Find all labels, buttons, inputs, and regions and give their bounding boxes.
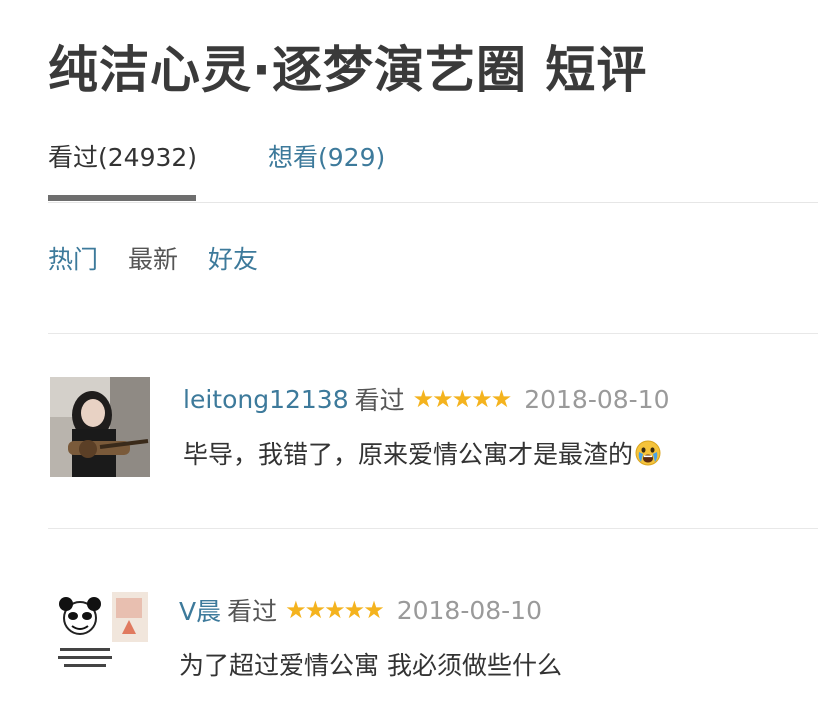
star-icon: ★ <box>363 596 384 624</box>
star-icon: ★ <box>343 596 365 624</box>
avatar[interactable] <box>50 590 150 690</box>
comment-date: 2018-08-10 <box>524 384 670 414</box>
crying-face-icon <box>635 440 661 466</box>
sort-filters: 热门 最新 好友 <box>48 240 280 276</box>
star-icon: ★ <box>412 385 434 413</box>
username-link[interactable]: leitong12138 <box>183 385 349 414</box>
star-icon: ★ <box>324 596 345 624</box>
tab-seen[interactable]: 看过(24932) <box>48 138 197 174</box>
star-icon: ★ <box>471 385 492 413</box>
filter-newest[interactable]: 最新 <box>128 240 178 276</box>
comment-text-row: 毕导，我错了，原来爱情公寓才是最渣的 <box>183 435 803 471</box>
comment-date: 2018-08-10 <box>396 595 542 625</box>
tab-want-to-see[interactable]: 想看(929) <box>268 138 385 174</box>
divider <box>48 333 818 334</box>
username-link[interactable]: V晨 <box>179 592 221 628</box>
star-icon: ★ <box>285 596 306 624</box>
star-icon: ★ <box>304 596 326 624</box>
star-icon: ★ <box>451 385 473 413</box>
comment-meta: leitong12138 看过 ★ ★ ★ ★ ★ 2018-08-10 <box>183 381 803 417</box>
comment-text-row: 为了超过爱情公寓 我必须做些什么 <box>179 646 799 682</box>
comment-body: leitong12138 看过 ★ ★ ★ ★ ★ 2018-08-10 毕导，… <box>183 381 803 471</box>
filter-friends[interactable]: 好友 <box>208 240 258 276</box>
rating-stars: ★ ★ ★ ★ ★ <box>285 596 385 624</box>
tabs-divider <box>48 202 818 203</box>
filter-hot[interactable]: 热门 <box>48 240 98 276</box>
watch-status: 看过 <box>227 597 278 626</box>
rating-stars: ★ ★ ★ ★ ★ <box>412 385 513 413</box>
star-icon: ★ <box>490 385 512 413</box>
comment-meta: V晨 看过 ★ ★ ★ ★ ★ 2018-08-10 <box>179 592 799 628</box>
comment-text: 为了超过爱情公寓 我必须做些什么 <box>179 651 562 680</box>
divider <box>48 528 818 529</box>
avatar[interactable] <box>50 377 150 477</box>
comment-body: V晨 看过 ★ ★ ★ ★ ★ 2018-08-10 为了超过爱情公寓 我必须做… <box>179 592 799 682</box>
tab-bar: 看过(24932) 想看(929) <box>48 138 818 204</box>
watch-status: 看过 <box>354 386 405 415</box>
active-tab-indicator <box>48 195 196 201</box>
star-icon: ★ <box>432 385 453 413</box>
comment-text: 毕导，我错了，原来爱情公寓才是最渣的 <box>183 440 634 469</box>
page-title: 纯洁心灵·逐梦演艺圈 短评 <box>48 41 648 99</box>
